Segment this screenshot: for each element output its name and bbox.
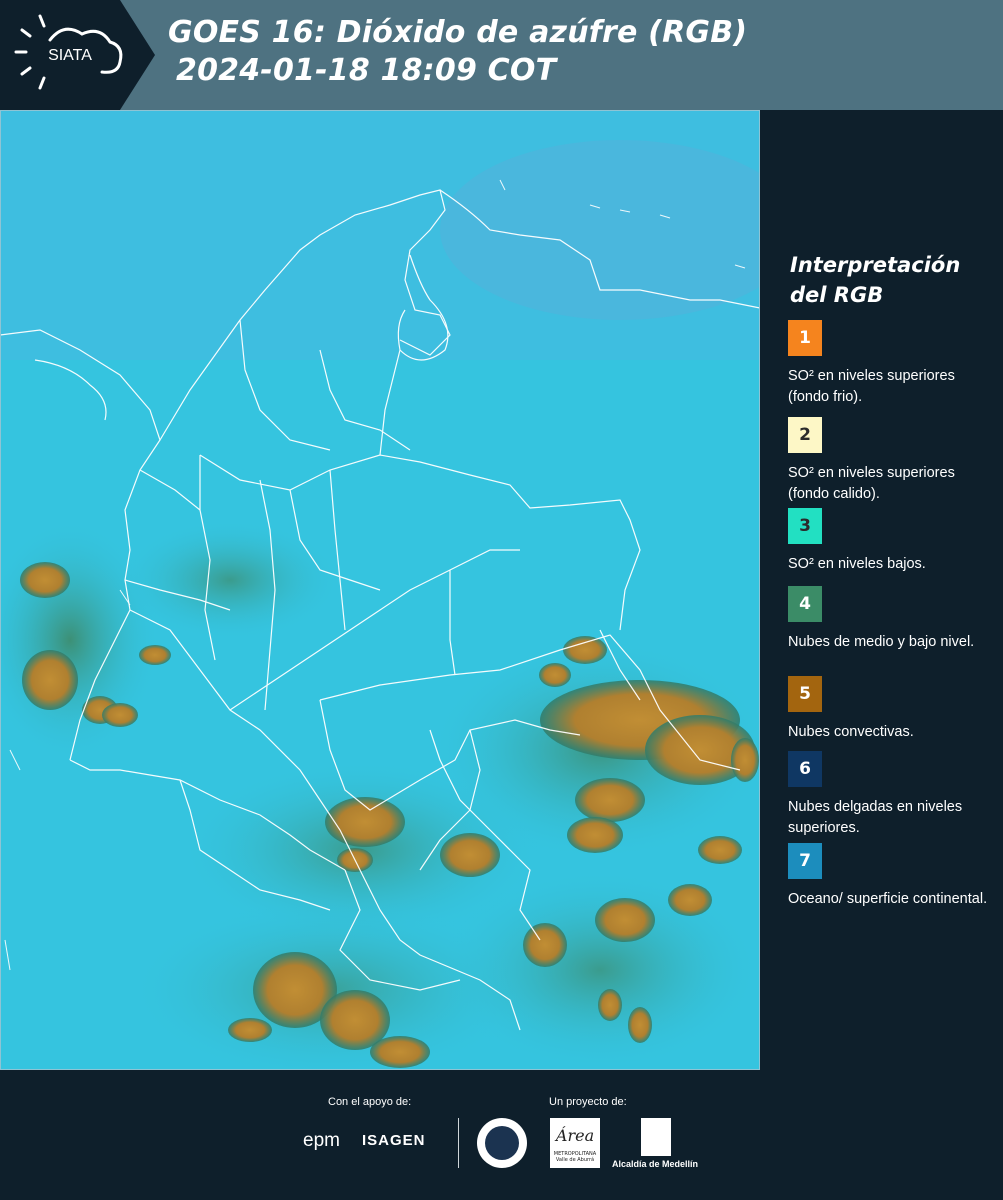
page-title: GOES 16: Dióxido de azúfre (RGB) 2024-01… [168,14,747,90]
satellite-map[interactable] [0,110,760,1070]
legend-item-6: 6 Nubes delgadas en niveles superiores. [788,751,988,839]
title-line-2: 2024-01-18 18:09 COT [176,53,557,88]
header-bar: SIATA GOES 16: Dióxido de azúfre (RGB) 2… [0,0,1003,110]
medellin-label: Alcaldía de Medellín [612,1159,699,1169]
epm-logo: epm [303,1130,340,1151]
legend-swatch-1: 1 [788,320,822,356]
legend-item-7: 7 Oceano/ superficie continental. [788,843,988,910]
area-logo-subtext: METROPOLITANA Valle de Aburrá [553,1151,597,1163]
legend-item-2: 2 SO² en niveles superiores (fondo calid… [788,417,988,505]
legend-swatch-6: 6 [788,751,822,787]
legend-swatch-3: 3 [788,508,822,544]
university-seal-logo [477,1118,527,1168]
legend-item-4: 4 Nubes de medio y bajo nivel. [788,586,988,653]
legend-swatch-5: 5 [788,676,822,712]
legend-title-line-1: Interpretación [790,253,961,277]
legend-text-3: SO² en niveles bajos. [788,556,926,572]
legend-swatch-2: 2 [788,417,822,453]
medellin-crest-logo [641,1118,671,1156]
title-line-1: GOES 16: Dióxido de azúfre (RGB) [168,15,748,50]
area-metropolitana-logo: Área METROPOLITANA Valle de Aburrá [550,1118,600,1168]
legend-item-3: 3 SO² en niveles bajos. [788,508,988,575]
legend-text-1: SO² en niveles superiores (fondo frio). [788,368,955,405]
siata-logo: SIATA [0,0,155,110]
legend-swatch-7: 7 [788,843,822,879]
legend-text-6: Nubes delgadas en niveles superiores. [788,799,963,836]
legend-title: Interpretación del RGB [790,250,960,310]
legend-text-2: SO² en niveles superiores (fondo calido)… [788,465,955,502]
area-logo-text: Área [555,1126,595,1145]
legend-item-1: 1 SO² en niveles superiores (fondo frio)… [788,320,988,408]
legend-panel: Interpretación del RGB 1 SO² en niveles … [762,110,1003,1068]
legend-text-4: Nubes de medio y bajo nivel. [788,634,975,650]
isagen-logo: ISAGEN [362,1132,426,1149]
footer-divider [458,1118,459,1168]
satellite-image [0,110,760,1070]
siata-logo-text: SIATA [48,47,92,64]
support-label: Con el apoyo de: [328,1096,412,1108]
project-label: Un proyecto de: [549,1096,627,1108]
legend-item-5: 5 Nubes convectivas. [788,676,988,743]
legend-text-5: Nubes convectivas. [788,724,914,740]
legend-text-7: Oceano/ superficie continental. [788,891,988,907]
footer: Con el apoyo de: Un proyecto de: epm ISA… [0,1070,1003,1200]
legend-swatch-4: 4 [788,586,822,622]
legend-title-line-2: del RGB [790,283,884,307]
